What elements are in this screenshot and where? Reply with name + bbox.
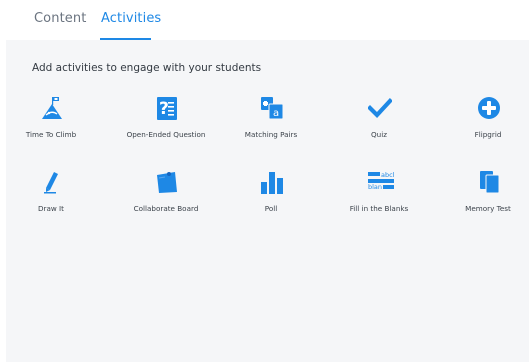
activity-poll[interactable]: Poll [216,170,326,220]
activity-label: Collaborate Board [133,204,199,213]
activity-collaborate-board[interactable]: Collaborate Board [111,170,221,220]
svg-text:?: ? [159,99,169,119]
pencil-icon [40,170,64,194]
activity-label: Draw It [38,204,64,213]
tab-activities[interactable]: Activities [101,11,161,27]
activity-label: Poll [264,204,278,213]
question-document-icon: ? [155,96,179,120]
svg-text:a: a [273,108,279,119]
fill-blanks-icon: abcl blan [368,170,395,194]
activity-time-to-climb[interactable]: Time To Climb [0,96,106,146]
activity-label: Quiz [371,130,387,139]
activity-fill-in-the-blanks[interactable]: abcl blan Fill in the Blanks [324,170,434,220]
board-icon [155,170,179,194]
tab-bar: Content Activities [0,0,529,40]
activity-open-ended-question[interactable]: ? Open-Ended Question [111,96,221,146]
activity-label: Memory Test [465,204,511,213]
activity-label: Time To Climb [25,130,77,139]
activity-label: Matching Pairs [244,130,298,139]
activities-panel: Add activities to engage with your stude… [6,40,529,362]
matching-pairs-icon: a [260,96,284,120]
activity-label: Open-Ended Question [126,130,206,139]
cards-icon [477,170,501,194]
activity-draw-it[interactable]: Draw It [0,170,106,220]
plus-circle-icon [477,96,501,120]
activity-matching-pairs[interactable]: a Matching Pairs [216,96,326,146]
mountain-flag-icon [40,96,64,120]
activity-label: Fill in the Blanks [349,204,409,213]
tab-content[interactable]: Content [34,11,86,27]
checkmark-icon [368,96,392,120]
activity-label: Flipgrid [474,130,502,139]
activity-memory-test[interactable]: Memory Test [433,170,529,220]
activity-quiz[interactable]: Quiz [324,96,434,146]
activity-flipgrid[interactable]: Flipgrid [433,96,529,146]
bar-chart-icon [260,170,284,194]
fill-blanks-icon-text-1: abcl [381,171,395,179]
panel-heading: Add activities to engage with your stude… [32,62,262,74]
fill-blanks-icon-text-2: blan [368,183,382,191]
